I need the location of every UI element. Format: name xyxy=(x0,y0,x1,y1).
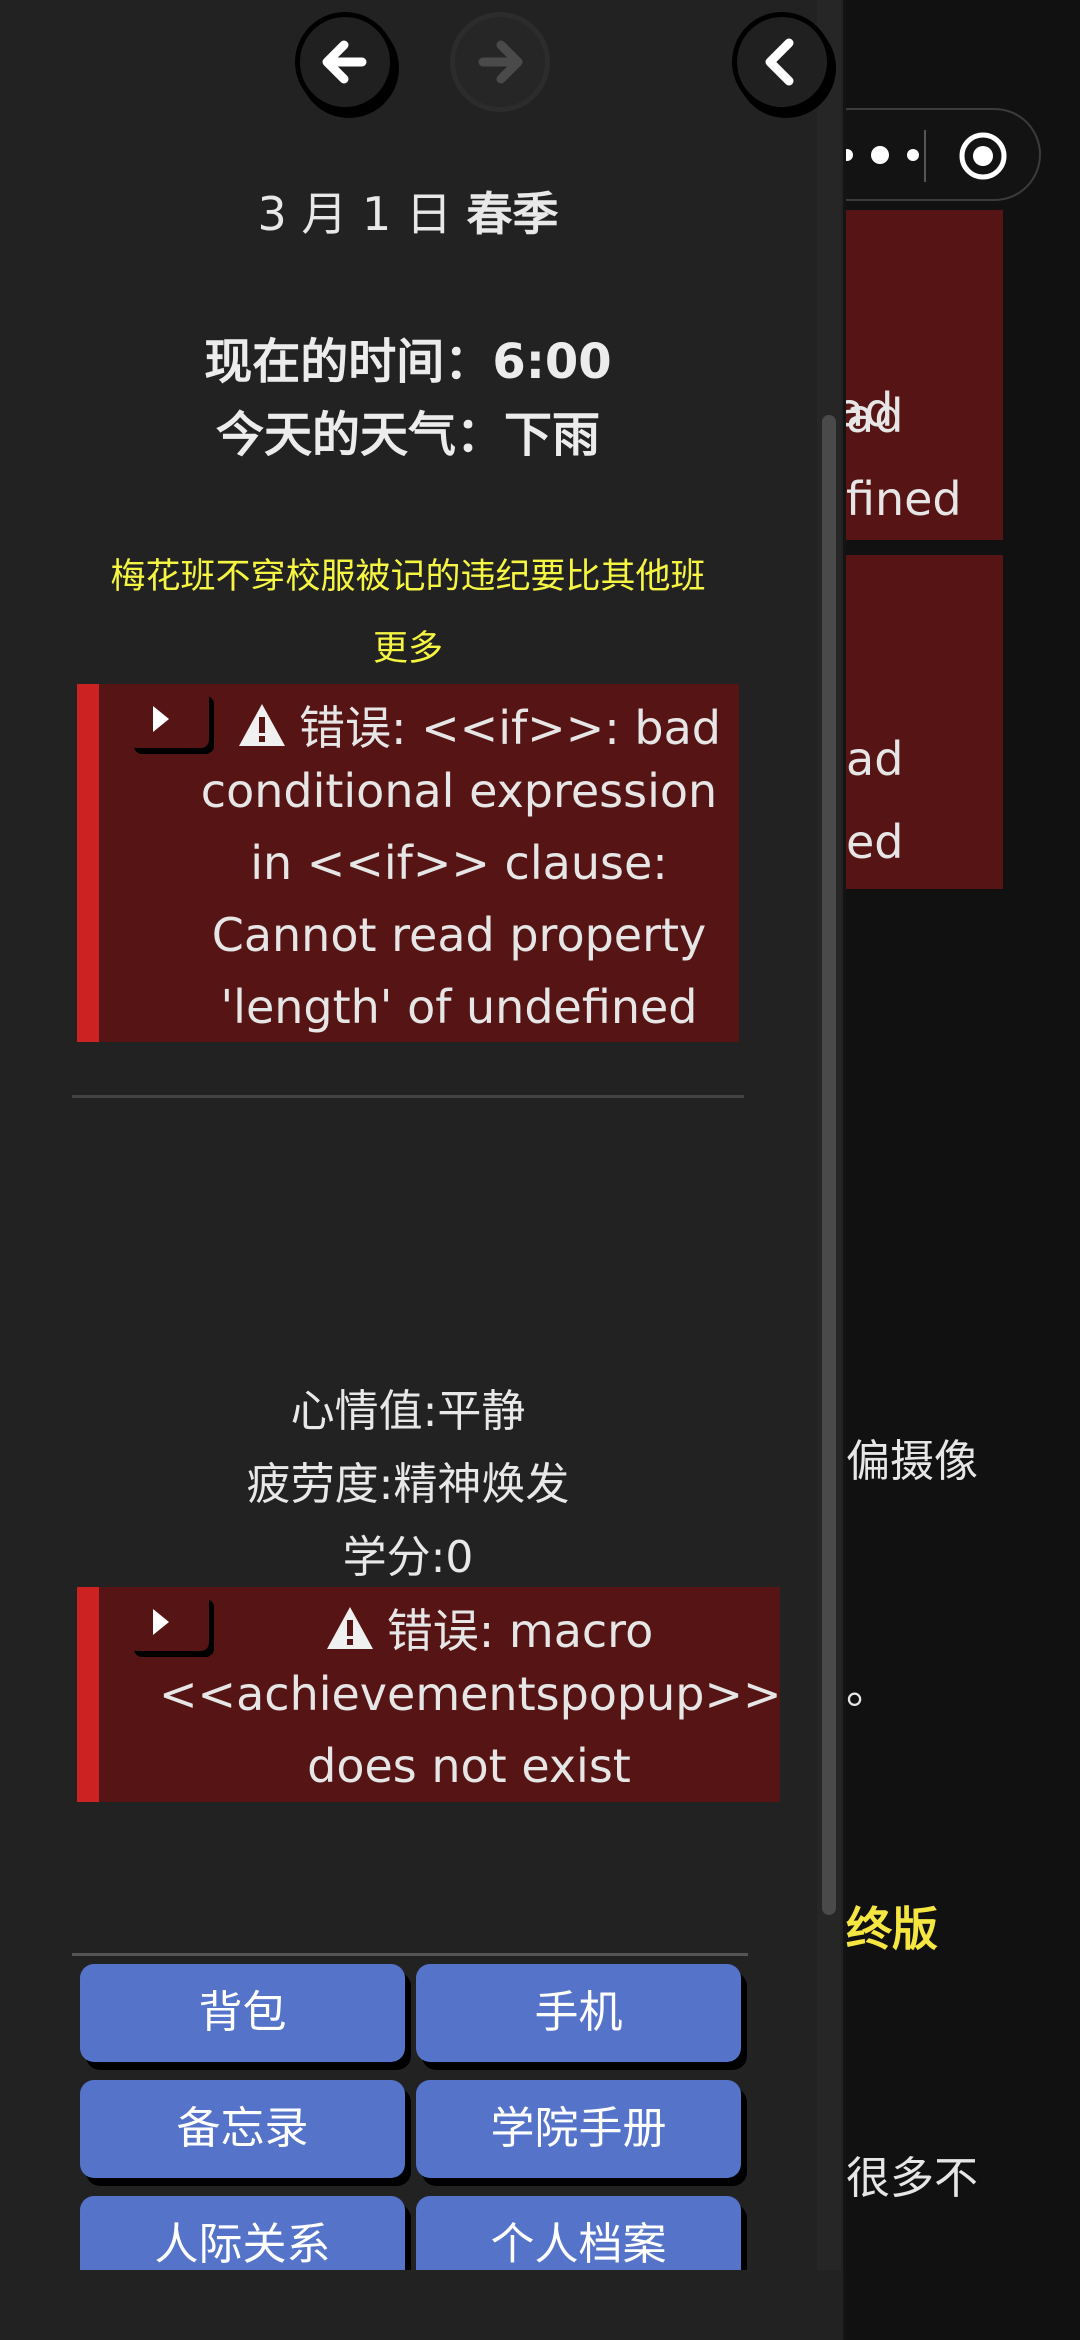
bg-text-fragment-4: 很多不 xyxy=(846,2153,978,2204)
bg-text-fragment-2: 。 xyxy=(846,1663,890,1714)
ui-sidebar: 3 月 1 日 春季 现在的时间：6:00 今天的天气：下雨 梅花班不穿校服被记… xyxy=(0,0,846,2340)
mood-stat: 心情值:平静 xyxy=(290,1386,526,1437)
capsule-divider xyxy=(924,130,926,182)
menu-grid: 背包 手机 备忘录 学院手册 人际关系 个人档案 xyxy=(72,1953,748,2270)
bg-error-fragment-2a: ad xyxy=(846,732,904,786)
fatigue-stat: 疲劳度:精神焕发 xyxy=(246,1459,570,1510)
error-line: 错误: macro xyxy=(209,1595,769,1661)
weather-value: 下雨 xyxy=(504,407,601,463)
arrow-left-icon xyxy=(322,40,367,84)
time-label: 现在的时间： xyxy=(204,334,493,390)
history-forward-button[interactable] xyxy=(450,12,550,112)
date-display: 3 月 1 日 春季 xyxy=(0,178,816,244)
scrollbar-thumb[interactable] xyxy=(822,415,836,1915)
weather-label: 今天的天气： xyxy=(215,407,504,463)
error-line: conditional expression xyxy=(200,764,718,818)
time-value: 6:00 xyxy=(492,334,612,390)
error-box-if: 错误: <<if>>: bad conditional expression i… xyxy=(77,684,739,1042)
class-notice-line-1: 梅花班不穿校服被记的违纪要比其他班 xyxy=(110,557,706,597)
handbook-button[interactable]: 学院手册 xyxy=(416,2080,741,2178)
chevron-left-icon xyxy=(765,38,794,86)
bg-text-fragment-3: 终版 xyxy=(846,1902,938,1956)
target-circle-icon[interactable] xyxy=(957,130,1009,182)
sidebar-collapse-button[interactable] xyxy=(732,12,832,112)
weather-display: 今天的天气：下雨 xyxy=(0,395,816,465)
profile-button[interactable]: 个人档案 xyxy=(416,2196,741,2270)
bg-text-fragment-1: 偏摄像 xyxy=(846,1436,978,1487)
error-line: <<achievementspopup>> xyxy=(159,1667,782,1721)
triangle-right-icon xyxy=(153,1609,169,1635)
backpack-button[interactable]: 背包 xyxy=(80,1964,405,2062)
time-display: 现在的时间：6:00 xyxy=(0,322,816,392)
class-notice-line-2: 更多 xyxy=(372,629,443,669)
arrow-right-icon xyxy=(478,40,523,84)
bg-error-fragment-1b: fined xyxy=(846,472,962,526)
more-dots-icon[interactable] xyxy=(835,132,925,178)
history-back-button[interactable] xyxy=(295,12,395,112)
error-line: does not exist xyxy=(307,1739,631,1793)
bg-error-fragment-1a: ad xyxy=(846,389,904,443)
error-details-toggle[interactable] xyxy=(129,690,209,748)
date-text: 3 月 1 日 xyxy=(257,187,452,241)
season-text: 春季 xyxy=(466,187,559,241)
divider xyxy=(72,1095,744,1098)
warning-icon xyxy=(239,704,285,746)
bg-error-fragment-2b: ed xyxy=(846,815,904,869)
relations-button[interactable]: 人际关系 xyxy=(80,2196,405,2270)
credit-stat: 学分:0 xyxy=(342,1532,474,1583)
error-line: 'length' of undefined xyxy=(220,980,698,1034)
error-box-macro: 错误: macro <<achievementspopup>> does not… xyxy=(77,1587,782,1802)
warning-icon xyxy=(326,1607,373,1649)
error-line: in <<if>> clause: xyxy=(250,836,668,890)
error-line: Cannot read property xyxy=(211,908,707,962)
memo-button[interactable]: 备忘录 xyxy=(80,2080,405,2178)
error-details-toggle[interactable] xyxy=(129,1593,209,1651)
triangle-right-icon xyxy=(153,706,169,732)
phone-button[interactable]: 手机 xyxy=(416,1964,741,2062)
error-line: 错误: <<if>>: bad xyxy=(219,692,739,758)
